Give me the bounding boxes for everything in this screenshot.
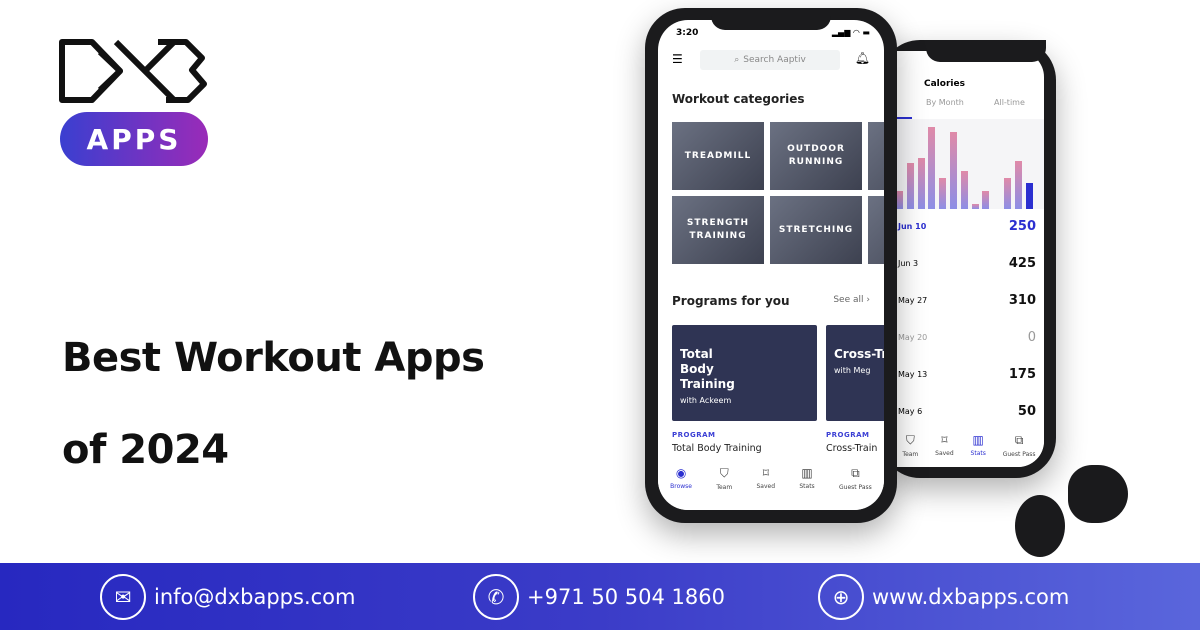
tab-by-month[interactable]: By Month	[926, 98, 964, 107]
contact-footer: ✉ info@dxbapps.com ✆ +971 50 504 1860 ⊕ www…	[0, 563, 1200, 630]
nav-guest-pass[interactable]: ⧉ Guest Pass	[1003, 433, 1036, 467]
headline: Best Workout Apps of 2024	[62, 312, 485, 496]
chart-bar	[939, 178, 947, 209]
program-name: Cross-Train	[826, 443, 878, 454]
search-icon: ⌕	[734, 55, 740, 65]
chart-bar	[960, 171, 968, 209]
row-value: 50	[1017, 404, 1036, 419]
chart-bar	[917, 158, 925, 209]
row-value: 250	[1008, 219, 1036, 234]
nav-saved[interactable]: ⌑ Saved	[757, 466, 776, 510]
nav-team[interactable]: ⛉ Team	[716, 466, 732, 510]
chart-bar	[971, 204, 979, 209]
filter-menu-icon[interactable]: ☰	[672, 52, 683, 66]
row-date: May 20	[898, 333, 928, 342]
calories-chart	[894, 119, 1044, 209]
website-contact[interactable]: ⊕ www.dxbapps.com	[818, 573, 1069, 620]
row-value: 425	[1008, 256, 1036, 271]
phone-icon: ✆	[473, 573, 519, 620]
category-treadmill[interactable]: TREADMILL	[672, 122, 764, 190]
dxb-logo	[58, 38, 208, 108]
globe-icon: ⊕	[818, 573, 864, 620]
bell-icon[interactable]: 🔔︎	[855, 51, 870, 65]
envelope-icon: ✉	[100, 573, 146, 620]
categories-title: Workout categories	[672, 92, 805, 106]
guest-pass-icon: ⧉	[851, 466, 860, 480]
program-label: PROGRAM	[826, 431, 870, 439]
chart-bar	[1014, 161, 1022, 209]
category-outdoor-running[interactable]: OUTDOOR RUNNING	[770, 122, 862, 190]
row-date: May 6	[898, 407, 923, 416]
nav-guest-pass[interactable]: ⧉ Guest Pass	[839, 466, 872, 510]
row-value: 0	[1027, 330, 1036, 345]
chart-bar	[928, 127, 936, 209]
team-shield-icon: ⛉	[719, 466, 729, 480]
stats-icon: ▥	[801, 466, 813, 480]
bookmark-icon: ⌑	[762, 466, 769, 480]
program-name: Total Body Training	[672, 443, 762, 454]
calorie-row[interactable]: May 6 50	[898, 404, 1036, 419]
nav-team[interactable]: ⛉ Team	[902, 433, 918, 467]
row-date: May 13	[898, 370, 928, 379]
calories-title: Calories	[924, 79, 965, 89]
chart-bar	[1025, 183, 1033, 209]
see-all-link[interactable]: See all ›	[833, 295, 870, 305]
nav-stats[interactable]: ▥ Stats	[799, 466, 814, 510]
row-date: May 27	[898, 296, 928, 305]
category-strength-training[interactable]: STRENGTH TRAINING	[672, 196, 764, 264]
calorie-row[interactable]: May 13 175	[898, 367, 1036, 382]
calorie-row[interactable]: Jun 10 250	[898, 219, 1036, 234]
apps-badge: APPS	[60, 112, 208, 166]
programs-title: Programs for you	[672, 294, 790, 308]
program-label: PROGRAM	[672, 431, 716, 439]
calorie-row[interactable]: May 20 0	[898, 330, 1036, 345]
headline-line2: of 2024	[62, 427, 229, 473]
chevron-right-icon: ›	[866, 295, 870, 305]
row-date: Jun 3	[898, 259, 919, 268]
calorie-row[interactable]: Jun 3 425	[898, 256, 1036, 271]
team-shield-icon: ⛉	[905, 433, 915, 447]
stats-icon: ▥	[972, 433, 984, 447]
chart-bar	[950, 132, 957, 209]
program-card[interactable]: Total Body Training with Ackeem	[672, 325, 817, 421]
chart-bar	[1004, 178, 1011, 209]
chart-bar	[896, 191, 903, 209]
phone-contact[interactable]: ✆ +971 50 504 1860	[473, 573, 725, 620]
nav-browse[interactable]: ◉ Browse	[670, 466, 692, 510]
category-stretching[interactable]: STRETCHING	[770, 196, 862, 264]
nav-saved[interactable]: ⌑ Saved	[935, 433, 954, 467]
nav-stats[interactable]: ▥ Stats	[971, 433, 986, 467]
status-time: 3:20	[676, 28, 699, 38]
search-input[interactable]: ⌕ Search Aaptiv	[700, 50, 840, 70]
chart-bar	[982, 191, 990, 209]
stats-phone: Calories By Month All-time Jun 10 250 Jun 3…	[880, 40, 1056, 478]
earbud-image	[1015, 495, 1065, 557]
signal-wifi-battery-icon: ▂▄▆ ◠ ▬	[831, 28, 870, 37]
email-contact[interactable]: ✉ info@dxbapps.com	[100, 573, 355, 620]
calorie-row[interactable]: May 27 310	[898, 293, 1036, 308]
bookmark-icon: ⌑	[941, 433, 948, 447]
row-date: Jun 10	[898, 222, 927, 231]
program-card[interactable]: Cross-Tr to 5Kwith Meg	[826, 325, 884, 421]
guest-pass-icon: ⧉	[1014, 433, 1024, 447]
earbud-image	[1068, 465, 1128, 523]
compass-icon: ◉	[675, 466, 687, 480]
browse-phone: 3:20 ▂▄▆ ◠ ▬ ☰ ⌕ Search Aaptiv 🔔︎ Workout…	[645, 8, 897, 523]
tab-all-time[interactable]: All-time	[994, 98, 1025, 107]
row-value: 175	[1008, 367, 1036, 382]
chart-bar	[906, 163, 914, 209]
headline-line1: Best Workout Apps	[62, 335, 485, 381]
row-value: 310	[1008, 293, 1036, 308]
